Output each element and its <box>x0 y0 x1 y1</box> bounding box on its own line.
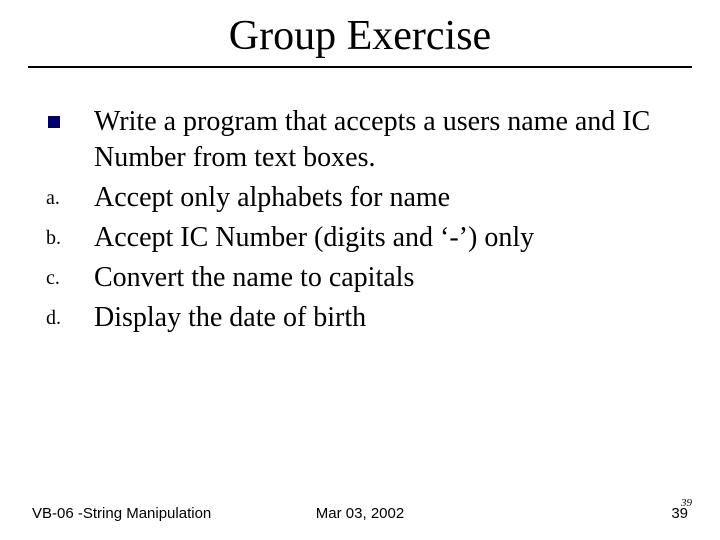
list-marker: c. <box>42 260 94 296</box>
page-number-overlay: 39 <box>681 497 692 509</box>
slide-footer: Mar 03, 2002 VB-06 -String Manipulation … <box>0 505 720 522</box>
list-item: d. Display the date of birth <box>42 300 678 336</box>
bullet-text: Write a program that accepts a users nam… <box>94 104 678 176</box>
list-marker: d. <box>42 300 94 336</box>
list-item: b. Accept IC Number (digits and ‘-’) onl… <box>42 220 678 256</box>
bullet-row: Write a program that accepts a users nam… <box>42 104 678 176</box>
list-item: a. Accept only alphabets for name <box>42 180 678 216</box>
slide-title: Group Exercise <box>0 0 720 66</box>
list-text: Convert the name to capitals <box>94 260 678 296</box>
list-item: c. Convert the name to capitals <box>42 260 678 296</box>
list-text: Accept IC Number (digits and ‘-’) only <box>94 220 678 256</box>
footer-page: 39 39 <box>671 505 688 522</box>
square-bullet-icon <box>42 104 94 140</box>
list-marker: a. <box>42 180 94 216</box>
slide-body: Write a program that accepts a users nam… <box>0 68 720 336</box>
list-text: Accept only alphabets for name <box>94 180 678 216</box>
footer-date: Mar 03, 2002 <box>0 505 720 522</box>
list-text: Display the date of birth <box>94 300 678 336</box>
list-marker: b. <box>42 220 94 256</box>
